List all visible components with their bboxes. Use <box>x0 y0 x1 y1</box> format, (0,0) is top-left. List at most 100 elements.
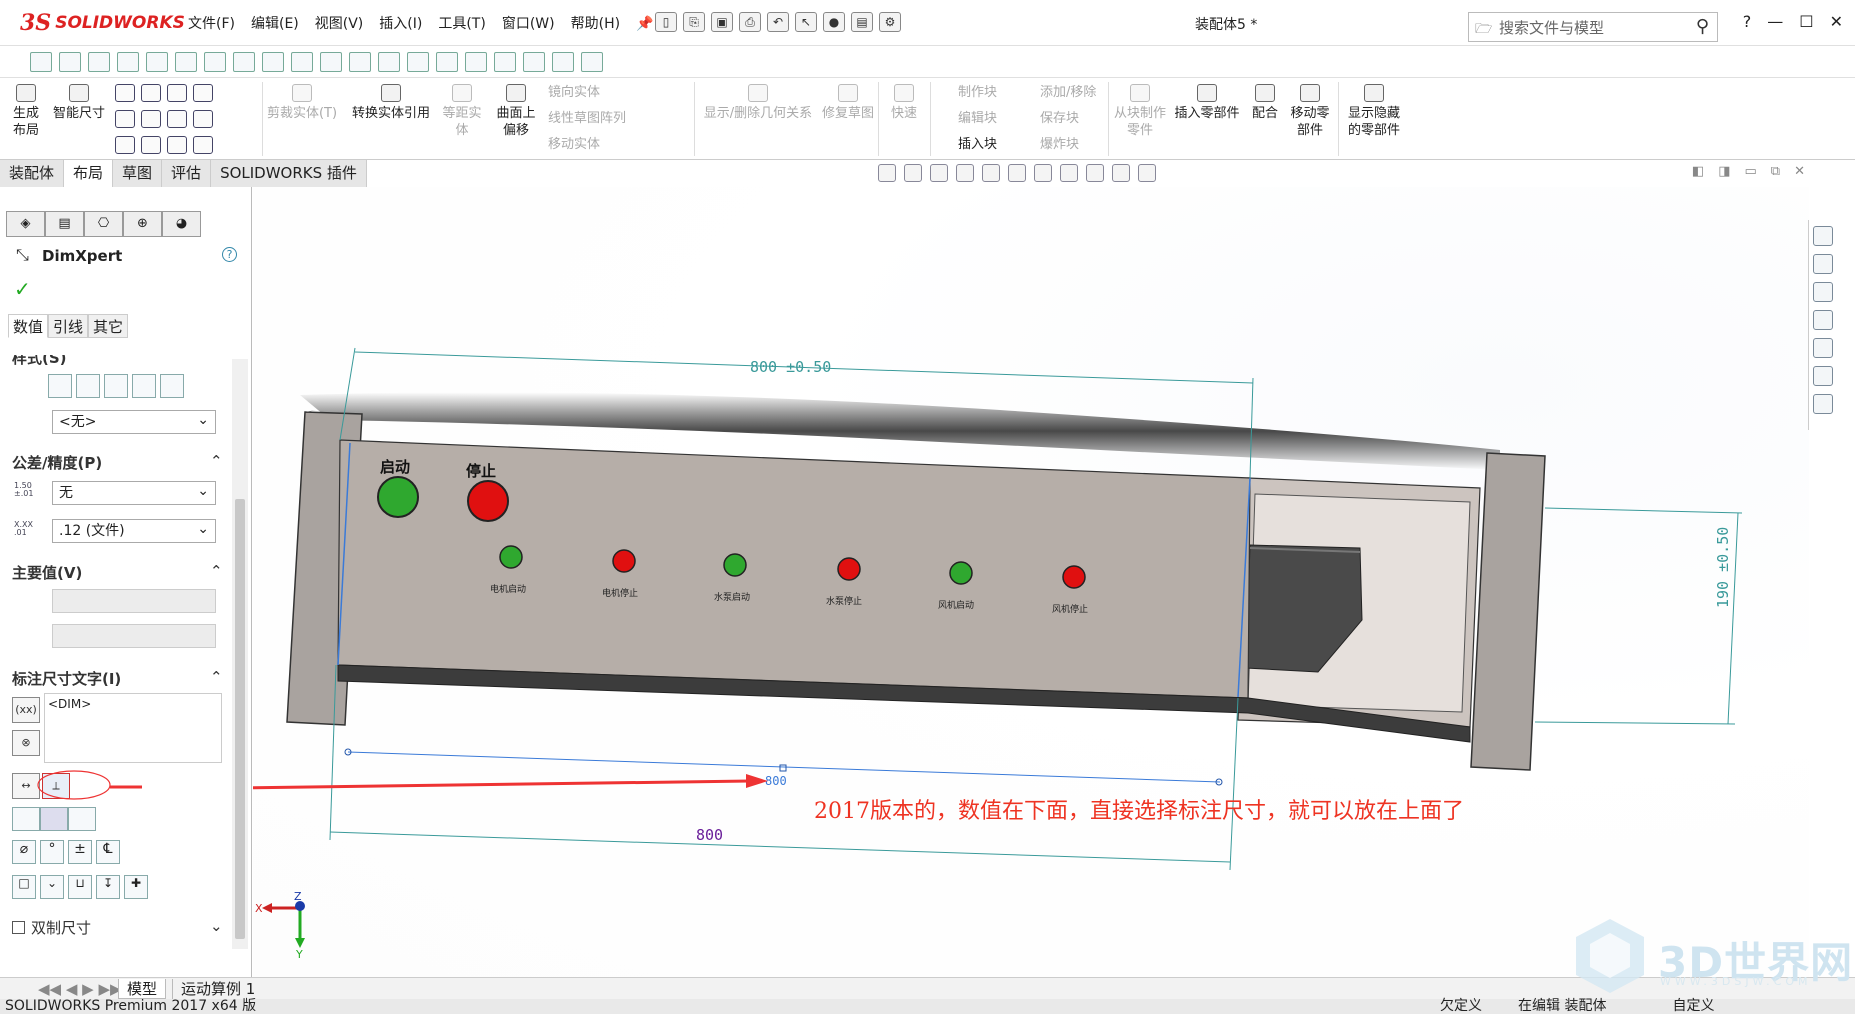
indicator-6[interactable] <box>1062 565 1086 589</box>
show-hidden-components-button[interactable]: 显示隐藏的零部件 <box>1342 84 1406 139</box>
tolerance-section-header[interactable]: 公差/精度(P) ⌃ <box>12 452 223 473</box>
indicator-4[interactable] <box>837 557 861 581</box>
status-units[interactable]: 自定义 <box>1672 997 1714 1014</box>
diameter-icon[interactable]: ⌀ <box>12 840 36 864</box>
zoom-to-area-icon[interactable] <box>904 164 922 182</box>
add-style-icon[interactable] <box>76 374 100 398</box>
rectangle-icon[interactable] <box>88 52 110 72</box>
graphics-viewport[interactable]: 启动 停止 电机启动 电机停止 水泵启动 水泵停止 风机启动 风机停止 800 … <box>253 187 1809 977</box>
smart-dimension-icon[interactable] <box>59 52 81 72</box>
drag-dim-handle-center[interactable] <box>779 764 787 772</box>
undo-icon[interactable]: ↶ <box>767 12 789 32</box>
viewport-next-icon[interactable]: ◨ <box>1718 164 1730 179</box>
configuration-manager-tab-icon[interactable]: ⎔ <box>84 211 123 237</box>
open-file-icon[interactable]: ⎘ <box>683 12 705 32</box>
solidworks-resources-icon[interactable] <box>1813 226 1833 246</box>
tolerance-type-select[interactable]: 无 <box>52 480 216 505</box>
viewport-close-icon[interactable]: ✕ <box>1794 164 1805 179</box>
degree-icon[interactable]: ° <box>40 840 64 864</box>
load-style-icon[interactable] <box>160 374 184 398</box>
indicator-3[interactable] <box>723 553 747 577</box>
slot-tool-icon[interactable] <box>115 136 135 154</box>
right-end-cap[interactable] <box>1470 452 1546 771</box>
print-icon[interactable]: ⎙ <box>739 12 761 32</box>
create-layout-button[interactable]: 生成布局 <box>8 84 44 139</box>
spline-tool-icon[interactable] <box>167 84 187 102</box>
save-icon[interactable]: ▣ <box>711 12 733 32</box>
tab-assembly[interactable]: 装配体 <box>0 160 65 187</box>
search-box[interactable]: 🗁 搜索文件与模型 ⚲ <box>1468 12 1718 42</box>
view-settings-icon[interactable] <box>1138 164 1156 182</box>
make-part-from-block-button[interactable]: 从块制作零件 <box>1114 84 1166 139</box>
rapid-sketch-icon[interactable] <box>552 52 574 72</box>
text-icon[interactable] <box>378 52 400 72</box>
display-relations-button[interactable]: 显示/删除几何关系 <box>698 84 818 122</box>
menu-file[interactable]: 文件(F) <box>180 14 243 34</box>
view-palette-icon[interactable] <box>1813 310 1833 330</box>
circle-tool-icon[interactable] <box>141 84 161 102</box>
arc-tool-icon[interactable] <box>141 110 161 128</box>
convert-entities-button[interactable]: 转换实体引用 <box>346 84 436 122</box>
maximize-button[interactable]: ☐ <box>1799 12 1813 31</box>
forum-icon[interactable] <box>1813 394 1833 414</box>
quick-snap-icon[interactable] <box>523 52 545 72</box>
spline-icon[interactable] <box>291 52 313 72</box>
centerline-icon[interactable] <box>320 52 342 72</box>
hide-show-items-icon[interactable] <box>1060 164 1078 182</box>
slot-icon[interactable] <box>117 52 139 72</box>
drag-dimension-text[interactable]: 800 <box>765 774 787 788</box>
tab-motion-study[interactable]: 运动算例 1 <box>172 979 263 999</box>
section-view-icon[interactable] <box>956 164 974 182</box>
construction-tool-icon[interactable] <box>193 84 213 102</box>
pattern-icon[interactable] <box>436 52 458 72</box>
help-icon[interactable]: ? <box>1743 12 1752 31</box>
viewport-prev-icon[interactable]: ◧ <box>1692 164 1704 179</box>
search-icon[interactable]: ⚲ <box>1696 16 1709 37</box>
tab-evaluate[interactable]: 评估 <box>162 160 212 187</box>
menu-edit[interactable]: 编辑(E) <box>243 14 307 34</box>
point-icon[interactable] <box>349 52 371 72</box>
polygon-icon[interactable] <box>146 52 168 72</box>
mirror-entities-button[interactable]: 镜向实体 <box>548 84 648 101</box>
zoom-to-fit-icon[interactable] <box>878 164 896 182</box>
view-orientation-icon[interactable] <box>1008 164 1026 182</box>
dual-dimension-checkbox[interactable] <box>12 921 25 934</box>
appearances-icon[interactable] <box>1813 338 1833 358</box>
counterbore-icon[interactable]: ⊔ <box>68 875 92 899</box>
arc-icon[interactable] <box>175 52 197 72</box>
mate-button[interactable]: 配合 <box>1248 84 1282 122</box>
close-button[interactable]: ✕ <box>1830 12 1843 31</box>
minimize-button[interactable]: — <box>1767 12 1783 31</box>
offset-icon[interactable] <box>262 52 284 72</box>
top-dimension-text[interactable]: 800 ±0.50 <box>750 358 831 376</box>
primary-name-field[interactable] <box>52 589 216 613</box>
trim-entities-button[interactable]: 剪裁实体(T) <box>266 84 338 122</box>
bottom-dimension-text[interactable]: 800 <box>696 826 723 844</box>
sketch-toggle-icon[interactable] <box>581 52 603 72</box>
rectangle-tool-icon[interactable] <box>115 110 135 128</box>
custom-properties-icon[interactable] <box>1813 366 1833 386</box>
file-explorer-icon[interactable] <box>1813 282 1833 302</box>
apply-style-icon[interactable] <box>48 374 72 398</box>
subtab-other[interactable]: 其它 <box>88 314 129 338</box>
ellipse-tool-icon[interactable] <box>167 110 187 128</box>
primary-value-section-header[interactable]: 主要值(V) ⌃ <box>12 562 223 583</box>
menu-window[interactable]: 窗口(W) <box>494 14 563 34</box>
dual-dimension-section[interactable]: 双制尺寸 ⌄ <box>12 917 223 938</box>
menu-view[interactable]: 视图(V) <box>307 14 372 34</box>
menu-insert[interactable]: 插入(I) <box>371 14 430 34</box>
depth-icon[interactable]: ↧ <box>96 875 120 899</box>
display-manager-tab-icon[interactable]: ◕ <box>162 211 201 237</box>
align-center-icon[interactable] <box>40 807 68 831</box>
viewport-minimize-icon[interactable]: ▭ <box>1745 164 1757 179</box>
indicator-1[interactable] <box>499 545 523 569</box>
line-icon[interactable] <box>30 52 52 72</box>
plus-minus-icon[interactable]: ± <box>68 840 92 864</box>
move-entities-button[interactable]: 移动实体 <box>548 136 648 153</box>
feature-manager-tab-icon[interactable]: ◈ <box>6 211 45 237</box>
stop-button[interactable] <box>467 480 509 522</box>
right-dimension-text[interactable]: 190 ±0.50 <box>1714 527 1732 608</box>
scroll-tabs-arrows[interactable]: ◀◀ ◀ ▶ ▶▶ <box>30 979 130 999</box>
fillet-tool-icon[interactable] <box>167 136 187 154</box>
convert-icon[interactable] <box>233 52 255 72</box>
